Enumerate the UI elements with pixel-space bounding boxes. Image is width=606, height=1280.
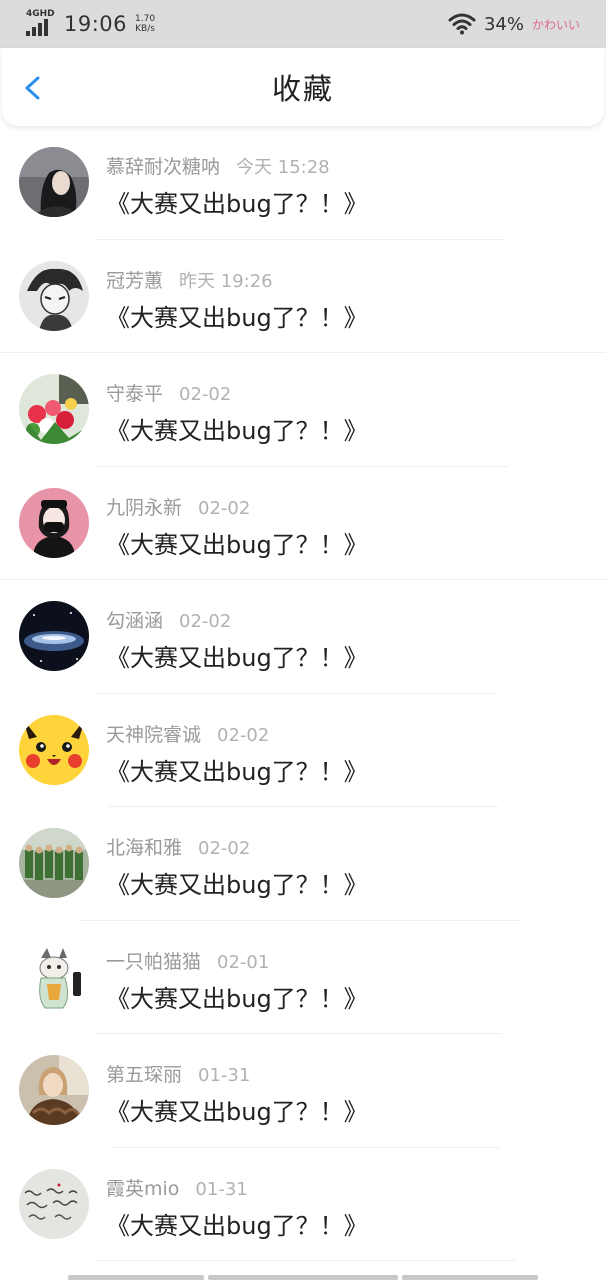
list-item[interactable]: 守泰平 02-02 《大赛又出bug了？！》: [0, 353, 606, 467]
list-item[interactable]: 一只帕猫猫 02-01 《大赛又出bug了？！》: [0, 921, 606, 1034]
avatar[interactable]: [19, 714, 89, 785]
signal-icon: 4GHD: [26, 9, 56, 39]
item-time: 01-31: [198, 1065, 251, 1086]
item-title: 《大赛又出bug了？！》: [106, 530, 368, 559]
chevron-left-icon[interactable]: [22, 76, 44, 100]
author-name: 天神院睿诚: [106, 723, 202, 746]
list-item[interactable]: 第五琛丽 01-31 《大赛又出bug了？！》: [0, 1034, 606, 1148]
item-title: 《大赛又出bug了？！》: [106, 984, 368, 1013]
item-meta: 第五琛丽 01-31: [106, 1060, 250, 1087]
speed-unit: KB/s: [135, 24, 155, 34]
favorites-list: 慕辞耐次糖呐 今天 15:28 《大赛又出bug了？！》 冠芳蕙 昨天 19:2…: [0, 126, 606, 1261]
item-time: 今天 15:28: [236, 157, 330, 178]
item-meta: 一只帕猫猫 02-01: [106, 947, 269, 974]
avatar[interactable]: [19, 828, 89, 898]
item-meta: 北海和雅 02-02: [106, 833, 250, 860]
page-title: 收藏: [271, 72, 334, 106]
item-time: 01-31: [195, 1178, 248, 1200]
avatar[interactable]: [19, 260, 89, 331]
item-time: 02-02: [217, 724, 270, 746]
item-meta: 霞英mio 01-31: [106, 1174, 248, 1201]
item-meta: 九阴永新 02-02: [106, 493, 250, 520]
author-name: 北海和雅: [106, 837, 183, 859]
divider: [96, 1260, 516, 1261]
nav-bar: 收藏: [2, 48, 604, 126]
item-time: 02-01: [217, 951, 270, 973]
avatar[interactable]: [19, 147, 89, 217]
item-time: 02-02: [179, 611, 232, 632]
author-name: 冠芳蕙: [106, 269, 164, 292]
item-meta: 冠芳蕙 昨天 19:26: [106, 266, 273, 293]
item-time: 02-02: [198, 497, 251, 519]
wifi-icon: [448, 13, 476, 35]
author-name: 勾涵涵: [106, 610, 164, 632]
list-item[interactable]: 北海和雅 02-02 《大赛又出bug了？！》: [0, 807, 606, 921]
bottom-tab-hint: [208, 1275, 398, 1280]
item-title: 《大赛又出bug了？！》: [106, 644, 368, 672]
item-title: 《大赛又出bug了？！》: [106, 1098, 368, 1126]
avatar[interactable]: [19, 601, 89, 671]
avatar[interactable]: [19, 941, 89, 1012]
item-time: 02-02: [179, 384, 232, 405]
author-name: 一只帕猫猫: [106, 950, 202, 973]
list-item[interactable]: 慕辞耐次糖呐 今天 15:28 《大赛又出bug了？！》: [0, 126, 606, 240]
item-meta: 守泰平 02-02: [106, 379, 231, 406]
item-title: 《大赛又出bug了？！》: [106, 303, 368, 332]
battery-level: 34%: [483, 13, 524, 35]
avatar[interactable]: [19, 1168, 89, 1239]
brand-label: かわいい: [531, 17, 580, 32]
bottom-tab-hint: [402, 1275, 538, 1280]
list-item[interactable]: 九阴永新 02-02 《大赛又出bug了？！》: [0, 467, 606, 580]
item-title: 《大赛又出bug了？！》: [106, 871, 368, 899]
item-title: 《大赛又出bug了？！》: [106, 190, 368, 218]
bottom-tab-hint: [68, 1275, 204, 1280]
item-meta: 勾涵涵 02-02: [106, 606, 231, 633]
speed-value: 1.70: [135, 14, 156, 24]
author-name: 九阴永新: [106, 496, 183, 519]
list-item[interactable]: 勾涵涵 02-02 《大赛又出bug了？！》: [0, 580, 606, 694]
list-item[interactable]: 霞英mio 01-31 《大赛又出bug了？！》: [0, 1148, 606, 1261]
author-name: 霞英mio: [106, 1177, 180, 1200]
item-meta: 慕辞耐次糖呐 今天 15:28: [106, 152, 330, 179]
item-title: 《大赛又出bug了？！》: [106, 1211, 368, 1240]
list-item[interactable]: 冠芳蕙 昨天 19:26 《大赛又出bug了？！》: [0, 240, 606, 353]
avatar[interactable]: [19, 487, 89, 558]
status-right: 34% かわいい: [448, 13, 580, 35]
clock: 19:06: [64, 12, 128, 36]
author-name: 第五琛丽: [106, 1064, 183, 1086]
status-left: 4GHD 19:06 1.70 KB/s: [26, 9, 155, 39]
item-title: 《大赛又出bug了？！》: [106, 417, 368, 445]
list-item[interactable]: 天神院睿诚 02-02 《大赛又出bug了？！》: [0, 694, 606, 807]
avatar[interactable]: [19, 374, 89, 444]
network-speed: 1.70 KB/s: [135, 14, 155, 34]
author-name: 慕辞耐次糖呐: [106, 156, 221, 178]
status-bar: 4GHD 19:06 1.70 KB/s 34% かわいい: [0, 0, 606, 48]
network-type: 4GHD: [26, 9, 55, 19]
item-meta: 天神院睿诚 02-02: [106, 720, 269, 747]
item-title: 《大赛又出bug了？！》: [106, 757, 368, 786]
item-time: 02-02: [198, 838, 251, 859]
item-time: 昨天 19:26: [179, 270, 273, 292]
avatar[interactable]: [19, 1055, 89, 1125]
author-name: 守泰平: [106, 383, 164, 405]
